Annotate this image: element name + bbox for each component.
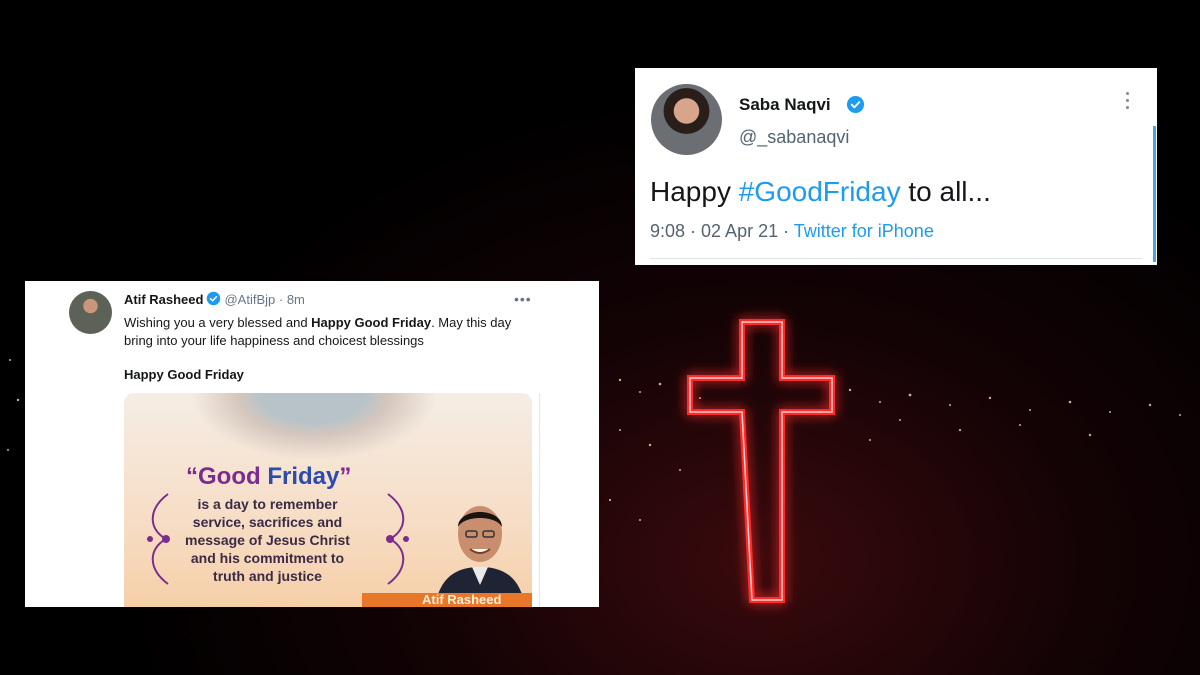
neon-cross bbox=[687, 319, 835, 603]
verified-badge-icon bbox=[207, 291, 221, 306]
avatar[interactable] bbox=[69, 291, 112, 334]
ornament-right-icon bbox=[386, 493, 409, 585]
banner-name: Atif Rasheed bbox=[422, 592, 502, 607]
tweet-card-atif-rasheed[interactable]: Atif Rasheed @AtifBjp · 8m ••• Wishing yo… bbox=[25, 281, 599, 607]
timestamp[interactable]: · 8m bbox=[279, 292, 305, 307]
poster-title: “Good Friday” bbox=[186, 463, 351, 491]
tweet-text: Happy #GoodFriday to all... bbox=[650, 176, 991, 208]
tweet-subtitle: Happy Good Friday bbox=[124, 367, 244, 382]
timestamp[interactable]: 9:08 · 02 Apr 21 · bbox=[650, 221, 794, 241]
divider bbox=[650, 258, 1142, 259]
tweet-card-saba-naqvi[interactable]: Saba Naqvi @_sabanaqvi Happy #GoodFriday… bbox=[635, 68, 1157, 265]
ornament-left-icon bbox=[147, 493, 170, 585]
more-options-icon[interactable]: ••• bbox=[514, 291, 532, 307]
title-friday: Friday bbox=[267, 463, 340, 490]
media-border bbox=[539, 393, 540, 607]
quote-close: ” bbox=[339, 463, 352, 490]
author-name[interactable]: Atif Rasheed bbox=[124, 292, 203, 307]
tweet-text-part-1: Wishing you a very blessed and bbox=[124, 315, 312, 330]
tweet-text-prefix: Happy bbox=[650, 176, 739, 207]
jesus-figure-image bbox=[194, 393, 434, 459]
avatar[interactable] bbox=[651, 84, 722, 155]
source-link[interactable]: Twitter for iPhone bbox=[794, 221, 934, 241]
tweet-meta: 9:08 · 02 Apr 21 · Twitter for iPhone bbox=[650, 221, 934, 242]
tweet-header: Atif Rasheed @AtifBjp · 8m bbox=[124, 291, 305, 307]
tweet-text-suffix: to all... bbox=[900, 176, 991, 207]
scrollbar[interactable] bbox=[1153, 126, 1156, 262]
tweet-media-image[interactable]: “Good Friday” is a day to remember servi… bbox=[124, 393, 532, 607]
portrait-image bbox=[435, 506, 525, 607]
more-options-icon[interactable] bbox=[1123, 92, 1131, 114]
title-good: Good bbox=[198, 463, 268, 490]
hashtag-link[interactable]: #GoodFriday bbox=[739, 176, 901, 207]
quote-open: “ bbox=[186, 463, 198, 490]
tweet-text: Wishing you a very blessed and Happy Goo… bbox=[124, 314, 524, 350]
poster-message: is a day to remember service, sacrifices… bbox=[185, 496, 350, 584]
author-handle[interactable]: @AtifBjp bbox=[224, 292, 275, 307]
author-name[interactable]: Saba Naqvi bbox=[739, 95, 831, 115]
tweet-text-bold: Happy Good Friday bbox=[311, 315, 432, 330]
author-handle[interactable]: @_sabanaqvi bbox=[739, 127, 849, 148]
verified-badge-icon bbox=[846, 95, 865, 114]
